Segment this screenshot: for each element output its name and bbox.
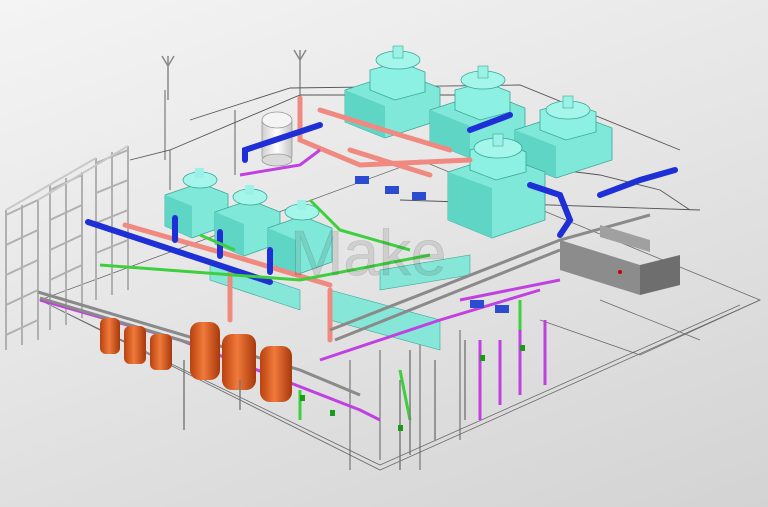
tank-2 bbox=[124, 326, 146, 364]
tank-1 bbox=[100, 318, 120, 354]
plant-model-3d-view[interactable] bbox=[0, 0, 768, 507]
tank-6 bbox=[260, 346, 292, 402]
tank-5 bbox=[222, 334, 256, 390]
valves bbox=[300, 345, 525, 431]
cooling-tower-3 bbox=[514, 95, 613, 179]
storage-tanks bbox=[100, 318, 292, 402]
model-viewport[interactable]: Make bbox=[0, 0, 768, 507]
tank-4 bbox=[190, 322, 220, 380]
tank-3 bbox=[150, 334, 172, 370]
cooling-tower-group-large bbox=[344, 45, 613, 239]
lightning-rod bbox=[161, 49, 307, 100]
